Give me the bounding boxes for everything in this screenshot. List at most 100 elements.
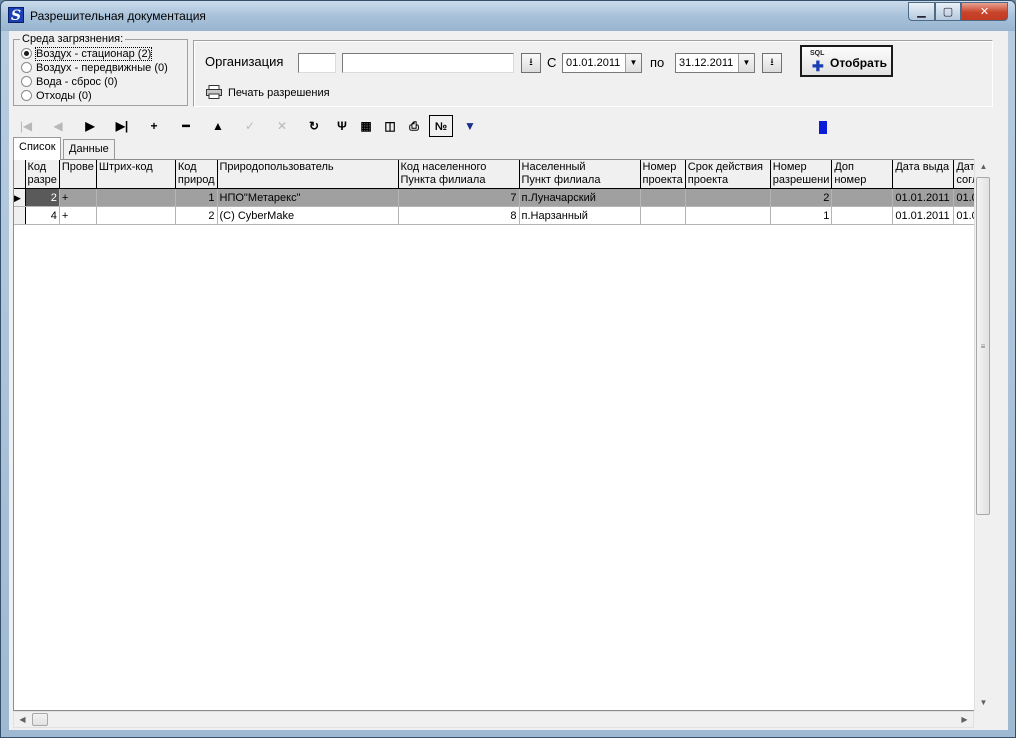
radio-label: Вода - сброс (0) (36, 76, 118, 88)
scroll-up-icon[interactable]: ▲ (976, 159, 991, 175)
prior-record-icon[interactable]: ◀ (47, 115, 69, 137)
horizontal-scroll-thumb[interactable] (32, 713, 48, 726)
grid-options-icon[interactable]: ▦ (355, 115, 377, 137)
radio-waste[interactable]: Отходы (0) (21, 90, 92, 104)
table-cell[interactable]: 01.01.2011 (892, 206, 955, 225)
table-cell[interactable] (96, 188, 176, 207)
edit-record-icon[interactable]: ▲ (207, 115, 229, 137)
column-header[interactable]: Штрих-код (96, 160, 176, 189)
table-cell[interactable]: п.Луначарский (519, 188, 641, 207)
column-header[interactable]: Доп номер (831, 160, 894, 189)
chevron-down-icon[interactable]: ▼ (738, 54, 754, 72)
table-cell[interactable]: 4 (25, 206, 60, 225)
column-header[interactable]: Прове (59, 160, 97, 189)
table-cell[interactable]: + (59, 188, 97, 207)
horizontal-scrollbar[interactable]: ◀ ▶ (13, 711, 974, 728)
filter-icon[interactable]: Ψ (331, 115, 353, 137)
last-record-icon[interactable]: ▶| (111, 115, 133, 137)
column-header[interactable]: Природопользователь (217, 160, 399, 189)
date-from-value: 01.01.2011 (566, 57, 621, 69)
table-cell[interactable]: 8 (398, 206, 520, 225)
row-indicator[interactable]: ▶ (14, 188, 26, 207)
date-apply-button[interactable]: ⭳ (762, 53, 782, 73)
records-grid[interactable]: Код разре Прове Штрих-код Код природ Природо… (13, 159, 991, 711)
date-to-combo[interactable]: 31.12.2011 ▼ (675, 53, 755, 73)
column-header[interactable]: Населенный Пункт филиала (519, 160, 641, 189)
org-code-input[interactable] (298, 53, 336, 73)
column-header[interactable]: Код населенного Пункта филиала (398, 160, 520, 189)
dropdown-arrow-icon[interactable]: ▼ (459, 115, 481, 137)
table-row[interactable]: 4 +2 (C) CyberMake 8 п.Нарзанный 1 01.01.2011 0… (14, 206, 990, 225)
table-cell[interactable]: 01.01.2011 (892, 188, 955, 207)
column-header[interactable]: Срок действия проекта (685, 160, 771, 189)
print-icon[interactable]: ⎙ (403, 115, 425, 137)
select-records-button[interactable]: SQL ✚ Отобрать (800, 45, 893, 77)
column-header[interactable]: Номер разрешени (770, 160, 833, 189)
table-cell[interactable]: п.Нарзанный (519, 206, 641, 225)
client-area: Среда загрязнения: Воздух - стационар (2… (9, 31, 1008, 730)
org-name-input[interactable] (342, 53, 514, 73)
row-indicator[interactable] (14, 206, 26, 225)
chevron-down-icon[interactable]: ▼ (625, 54, 641, 72)
table-cell[interactable]: 2 (175, 206, 218, 225)
table-cell[interactable] (640, 206, 686, 225)
print-permit-label: Печать разрешения (228, 87, 330, 99)
table-cell[interactable]: 1 (770, 206, 833, 225)
scroll-down-icon[interactable]: ▼ (976, 695, 991, 711)
radio-water-discharge[interactable]: Вода - сброс (0) (21, 76, 118, 90)
table-cell[interactable]: НПО"Метарекс" (217, 188, 399, 207)
table-cell[interactable] (640, 188, 686, 207)
column-header[interactable]: Номер проекта (640, 160, 686, 189)
table-cell[interactable] (96, 206, 176, 225)
title-bar[interactable]: S Разрешительная документация ▁ ▢ ✕ (1, 1, 1015, 31)
table-cell[interactable]: 2 (25, 188, 60, 207)
radio-air-mobile[interactable]: Воздух - передвижные (0) (21, 62, 168, 76)
organization-label: Организация (205, 54, 284, 69)
table-cell[interactable] (685, 206, 771, 225)
minimize-button[interactable]: ▁ (908, 2, 935, 21)
scroll-right-icon[interactable]: ▶ (957, 712, 972, 728)
org-lookup-button[interactable]: ⭳ (521, 53, 541, 73)
column-header[interactable]: Дата выда (892, 160, 955, 189)
vertical-scroll-thumb[interactable]: ≡ (976, 177, 990, 515)
date-to-label: по (650, 55, 665, 70)
cancel-edit-icon[interactable]: ✕ (271, 115, 293, 137)
table-cell[interactable] (831, 188, 894, 207)
column-header[interactable]: Код разре (25, 160, 60, 189)
grid-header-row: Код разре Прове Штрих-код Код природ Природо… (14, 160, 990, 189)
next-record-icon[interactable]: ▶ (79, 115, 101, 137)
table-cell[interactable] (831, 206, 894, 225)
insert-record-icon[interactable]: + (143, 115, 165, 137)
pollution-env-group: Среда загрязнения: Воздух - стационар (2… (13, 33, 188, 106)
vertical-scrollbar[interactable]: ▲ ≡ ▼ (974, 159, 991, 711)
radio-air-stationary[interactable]: Воздух - стационар (2) (21, 47, 153, 62)
navigator-toolbar: |◀ ◀ ▶ ▶| + ━ ▲ ✓ ✕ ↻ Ψ ▦ ◫ ⎙ № ▼ (9, 115, 1008, 137)
date-from-label: С (547, 55, 557, 70)
maximize-button[interactable]: ▢ (935, 2, 961, 21)
post-edit-icon[interactable]: ✓ (239, 115, 261, 137)
table-cell[interactable]: 1 (175, 188, 218, 207)
column-header[interactable]: Код природ (175, 160, 218, 189)
preview-icon[interactable]: ◫ (379, 115, 401, 137)
first-record-icon[interactable]: |◀ (15, 115, 37, 137)
scroll-left-icon[interactable]: ◀ (15, 712, 30, 728)
pollution-env-legend: Среда загрязнения: (20, 33, 126, 45)
table-row[interactable]: ▶ 2 +1 НПО"Метарекс" 7 п.Луначарский 2 01.01.20… (14, 188, 990, 207)
table-cell[interactable]: 7 (398, 188, 520, 207)
close-button[interactable]: ✕ (961, 2, 1008, 21)
table-cell[interactable] (685, 188, 771, 207)
tab-list[interactable]: Список (13, 137, 61, 160)
current-row-icon: ▶ (14, 192, 21, 203)
table-cell[interactable]: (C) CyberMake (217, 206, 399, 225)
table-cell[interactable]: 2 (770, 188, 833, 207)
date-to-value: 31.12.2011 (679, 57, 734, 69)
refresh-icon[interactable]: ↻ (303, 115, 325, 137)
print-permit-link[interactable]: Печать разрешения (206, 85, 330, 99)
date-from-combo[interactable]: 01.01.2011 ▼ (562, 53, 642, 73)
number-icon[interactable]: № (429, 115, 453, 137)
delete-record-icon[interactable]: ━ (175, 115, 197, 137)
tab-data[interactable]: Данные (63, 139, 115, 159)
app-icon: S (8, 7, 24, 24)
table-cell[interactable]: + (59, 206, 97, 225)
radio-dot (21, 62, 32, 73)
